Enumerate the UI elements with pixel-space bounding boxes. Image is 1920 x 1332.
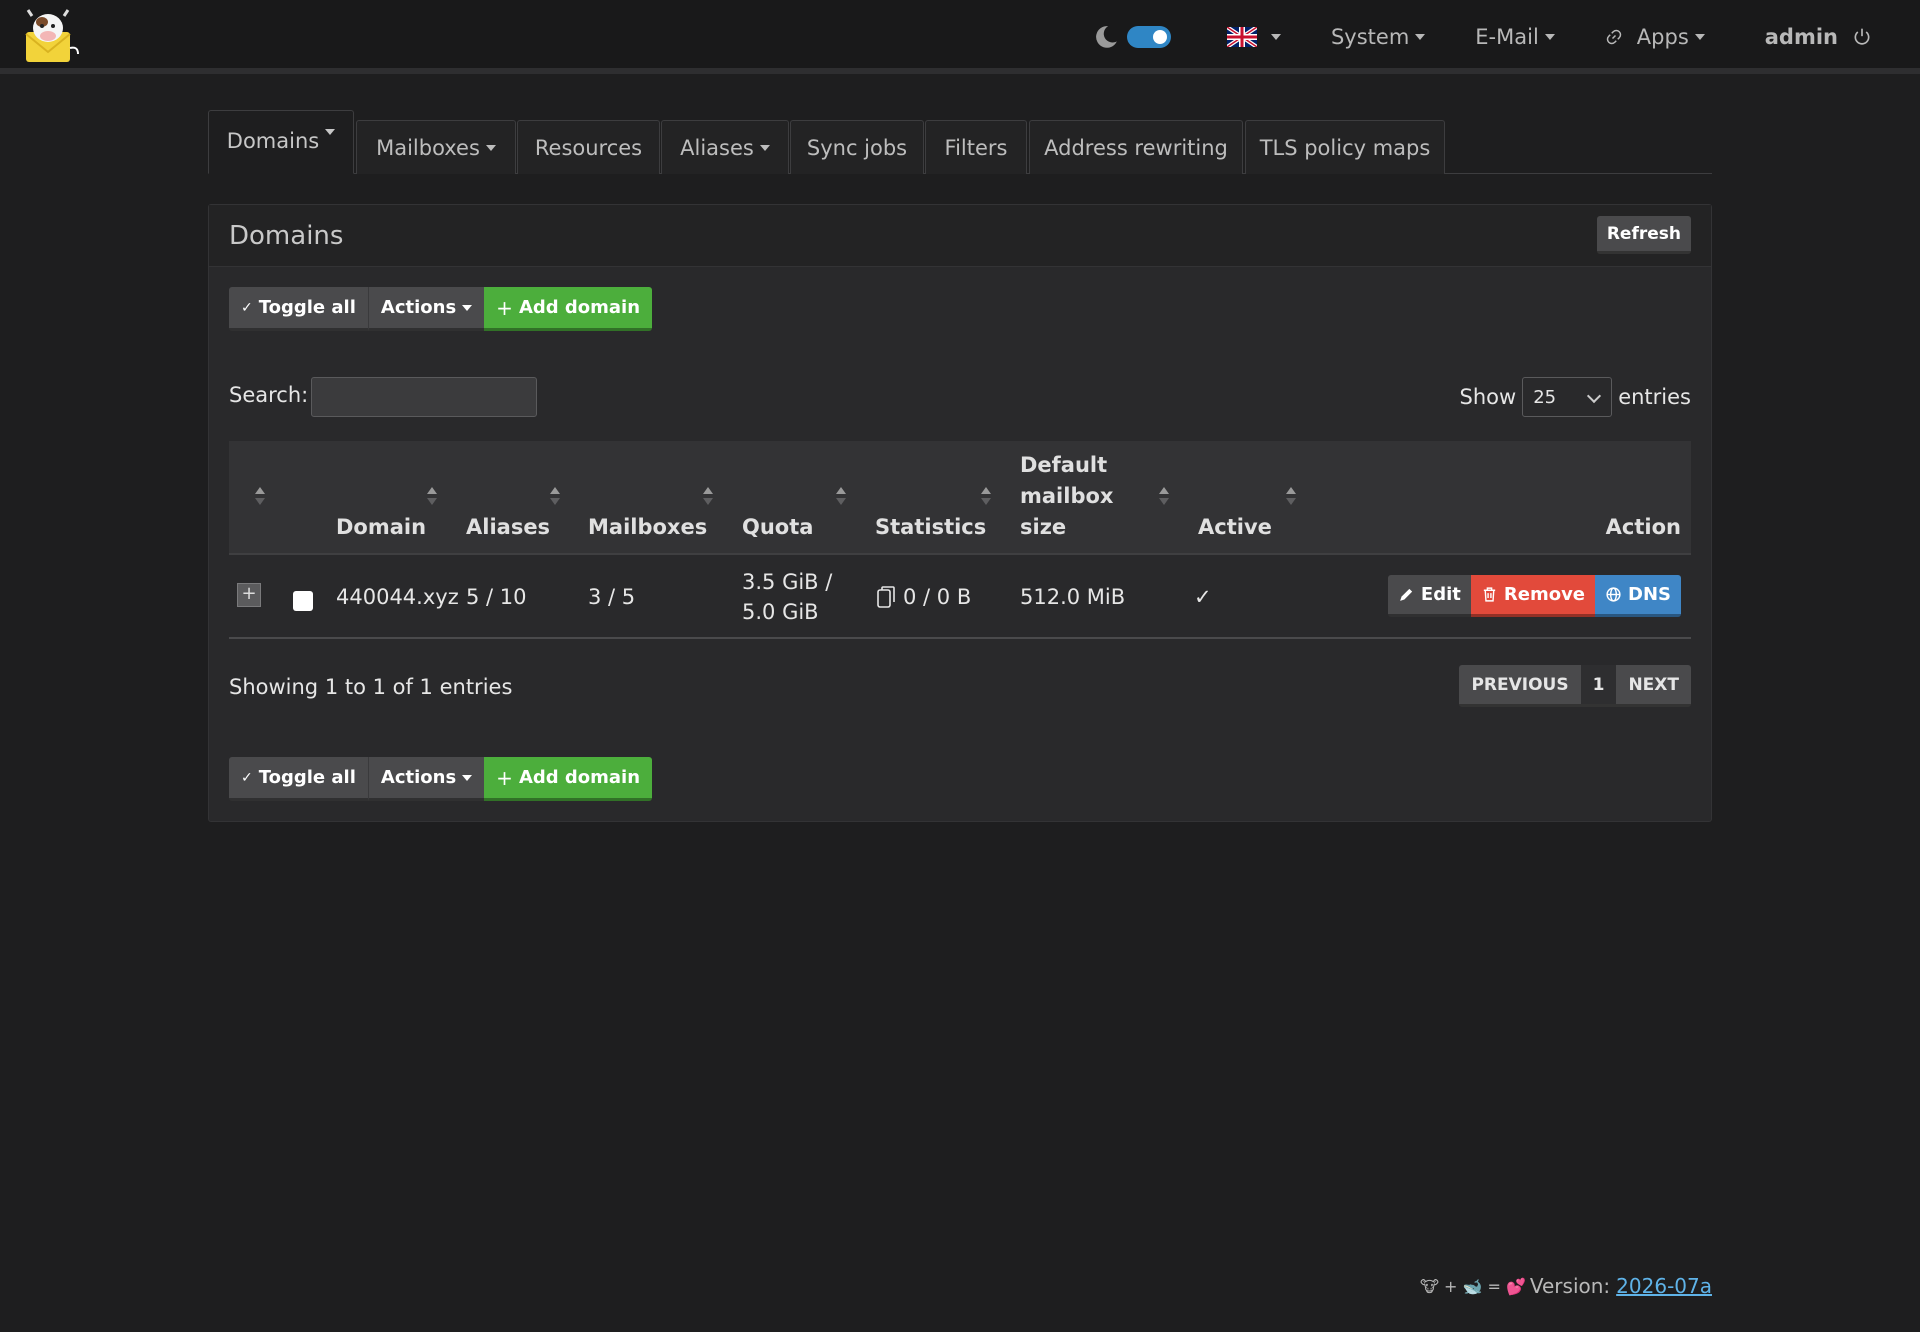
domains-panel: Domains Refresh ✓ Toggle all Actions + Add… <box>208 204 1712 822</box>
panel-title: Domains <box>229 221 344 251</box>
active-check-icon: ✓ <box>1194 585 1212 609</box>
chevron-down-icon <box>462 304 473 311</box>
sort-icon[interactable] <box>427 487 437 509</box>
column-action: Action <box>1605 515 1681 539</box>
cell-quota: 3.5 GiB / 5.0 GiB <box>742 570 833 624</box>
top-toolbar: ✓ Toggle all Actions + Add domain <box>229 287 653 331</box>
add-domain-button[interactable]: + Add domain <box>484 287 653 331</box>
column-aliases[interactable]: Aliases <box>466 512 550 543</box>
sort-icon[interactable] <box>836 487 846 509</box>
copy-icon <box>877 586 895 608</box>
table-header: Domain Aliases Mailboxes Quota Statistic… <box>229 441 1691 555</box>
remove-button[interactable]: Remove <box>1470 575 1596 617</box>
pencil-icon <box>1400 588 1413 601</box>
tab-sync-jobs[interactable]: Sync jobs <box>790 120 924 174</box>
footer-emoji: 🐮 + 🐋 = 💕 <box>1419 1276 1526 1296</box>
add-domain-button[interactable]: + Add domain <box>484 757 653 801</box>
chevron-down-icon <box>1694 34 1705 40</box>
sort-icon[interactable] <box>703 487 713 509</box>
chevron-down-icon <box>759 144 770 151</box>
actions-dropdown[interactable]: Actions <box>367 757 485 801</box>
plus-icon: + <box>496 765 513 790</box>
row-checkbox[interactable] <box>293 591 313 611</box>
next-page-button[interactable]: NEXT <box>1616 665 1691 707</box>
entries-summary: Showing 1 to 1 of 1 entries <box>229 675 513 699</box>
cell-default-mailbox-size: 512.0 MiB <box>1020 585 1126 609</box>
pagination: PREVIOUS 1 NEXT <box>1459 665 1691 707</box>
cell-mailboxes: 3 / 5 <box>588 585 636 609</box>
column-statistics[interactable]: Statistics <box>875 512 986 543</box>
nav-email[interactable]: E-Mail <box>1475 25 1555 49</box>
tab-filters[interactable]: Filters <box>925 120 1027 174</box>
cell-statistics: 0 / 0 B <box>877 582 971 612</box>
tab-mailboxes[interactable]: Mailboxes <box>356 120 516 174</box>
tab-domains[interactable]: Domains <box>208 110 354 174</box>
tab-tls-policy-maps[interactable]: TLS policy maps <box>1245 120 1445 174</box>
search-input[interactable] <box>311 377 537 417</box>
edit-button[interactable]: Edit <box>1387 575 1471 617</box>
sort-icon[interactable] <box>1286 487 1296 509</box>
page-size-select[interactable]: 25 <box>1522 377 1613 417</box>
table-row: + 440044.xyz 5 / 10 3 / 5 3.5 GiB / 5.0 … <box>229 555 1691 639</box>
top-navbar: System E-Mail Apps admin <box>0 0 1920 74</box>
plus-icon: + <box>496 295 513 320</box>
chevron-down-icon <box>1415 34 1426 40</box>
sort-icon[interactable] <box>550 487 560 509</box>
column-domain[interactable]: Domain <box>336 512 426 543</box>
chevron-down-icon <box>1544 34 1555 40</box>
page-1-button[interactable]: 1 <box>1580 665 1617 707</box>
sort-icon[interactable] <box>981 487 991 509</box>
tab-resources[interactable]: Resources <box>517 120 660 174</box>
user-menu[interactable]: admin <box>1765 25 1872 49</box>
column-quota[interactable]: Quota <box>742 512 813 543</box>
tab-aliases[interactable]: Aliases <box>661 120 789 174</box>
trash-icon <box>1483 587 1496 602</box>
panel-header: Domains Refresh <box>209 205 1711 267</box>
cell-aliases: 5 / 10 <box>466 585 527 609</box>
column-default-mailbox-size[interactable]: Default mailbox size <box>1020 450 1113 543</box>
page-size-control: Show 25 entries <box>1460 377 1691 417</box>
bottom-toolbar: ✓ Toggle all Actions + Add domain <box>229 757 653 801</box>
actions-dropdown[interactable]: Actions <box>367 287 485 331</box>
link-icon <box>1606 29 1622 45</box>
row-actions: Edit Remove DNS <box>1387 575 1681 617</box>
search-label: Search: <box>229 383 309 407</box>
uk-flag-icon <box>1226 27 1257 47</box>
nav-apps[interactable]: Apps <box>1605 25 1705 49</box>
previous-page-button[interactable]: PREVIOUS <box>1459 665 1581 707</box>
mailcow-logo-icon[interactable] <box>20 8 84 66</box>
cell-domain: 440044.xyz <box>336 585 459 609</box>
chevron-down-icon <box>485 144 496 151</box>
version-label: Version: <box>1529 1274 1611 1298</box>
toggle-all-button[interactable]: ✓ Toggle all <box>229 757 368 801</box>
chevron-down-icon <box>325 129 336 135</box>
column-active[interactable]: Active <box>1198 512 1272 543</box>
check-double-icon: ✓ <box>241 769 253 786</box>
tab-bar: Domains Mailboxes Resources Aliases Sync… <box>208 110 1712 174</box>
column-mailboxes[interactable]: Mailboxes <box>588 512 707 543</box>
sort-icon[interactable] <box>255 487 265 509</box>
dark-mode-toggle[interactable] <box>1126 26 1171 48</box>
sort-icon[interactable] <box>1159 487 1169 509</box>
globe-icon <box>1606 587 1621 602</box>
expand-row-button[interactable]: + <box>237 583 261 607</box>
language-dropdown[interactable] <box>1226 27 1281 47</box>
check-double-icon: ✓ <box>241 299 253 316</box>
moon-icon <box>1096 26 1117 48</box>
chevron-down-icon <box>1270 34 1281 40</box>
chevron-down-icon <box>1587 388 1602 404</box>
nav-system[interactable]: System <box>1331 25 1426 49</box>
domains-table: Domain Aliases Mailboxes Quota Statistic… <box>229 441 1691 639</box>
chevron-down-icon <box>462 774 473 781</box>
version-link[interactable]: 2026-07a <box>1616 1274 1712 1298</box>
tab-address-rewriting[interactable]: Address rewriting <box>1029 120 1243 174</box>
footer: 🐮 + 🐋 = 💕 Version: 2026-07a <box>1420 1274 1712 1298</box>
dns-button[interactable]: DNS <box>1595 575 1681 617</box>
toggle-all-button[interactable]: ✓ Toggle all <box>229 287 368 331</box>
refresh-button[interactable]: Refresh <box>1596 216 1691 254</box>
power-icon[interactable] <box>1852 27 1872 47</box>
